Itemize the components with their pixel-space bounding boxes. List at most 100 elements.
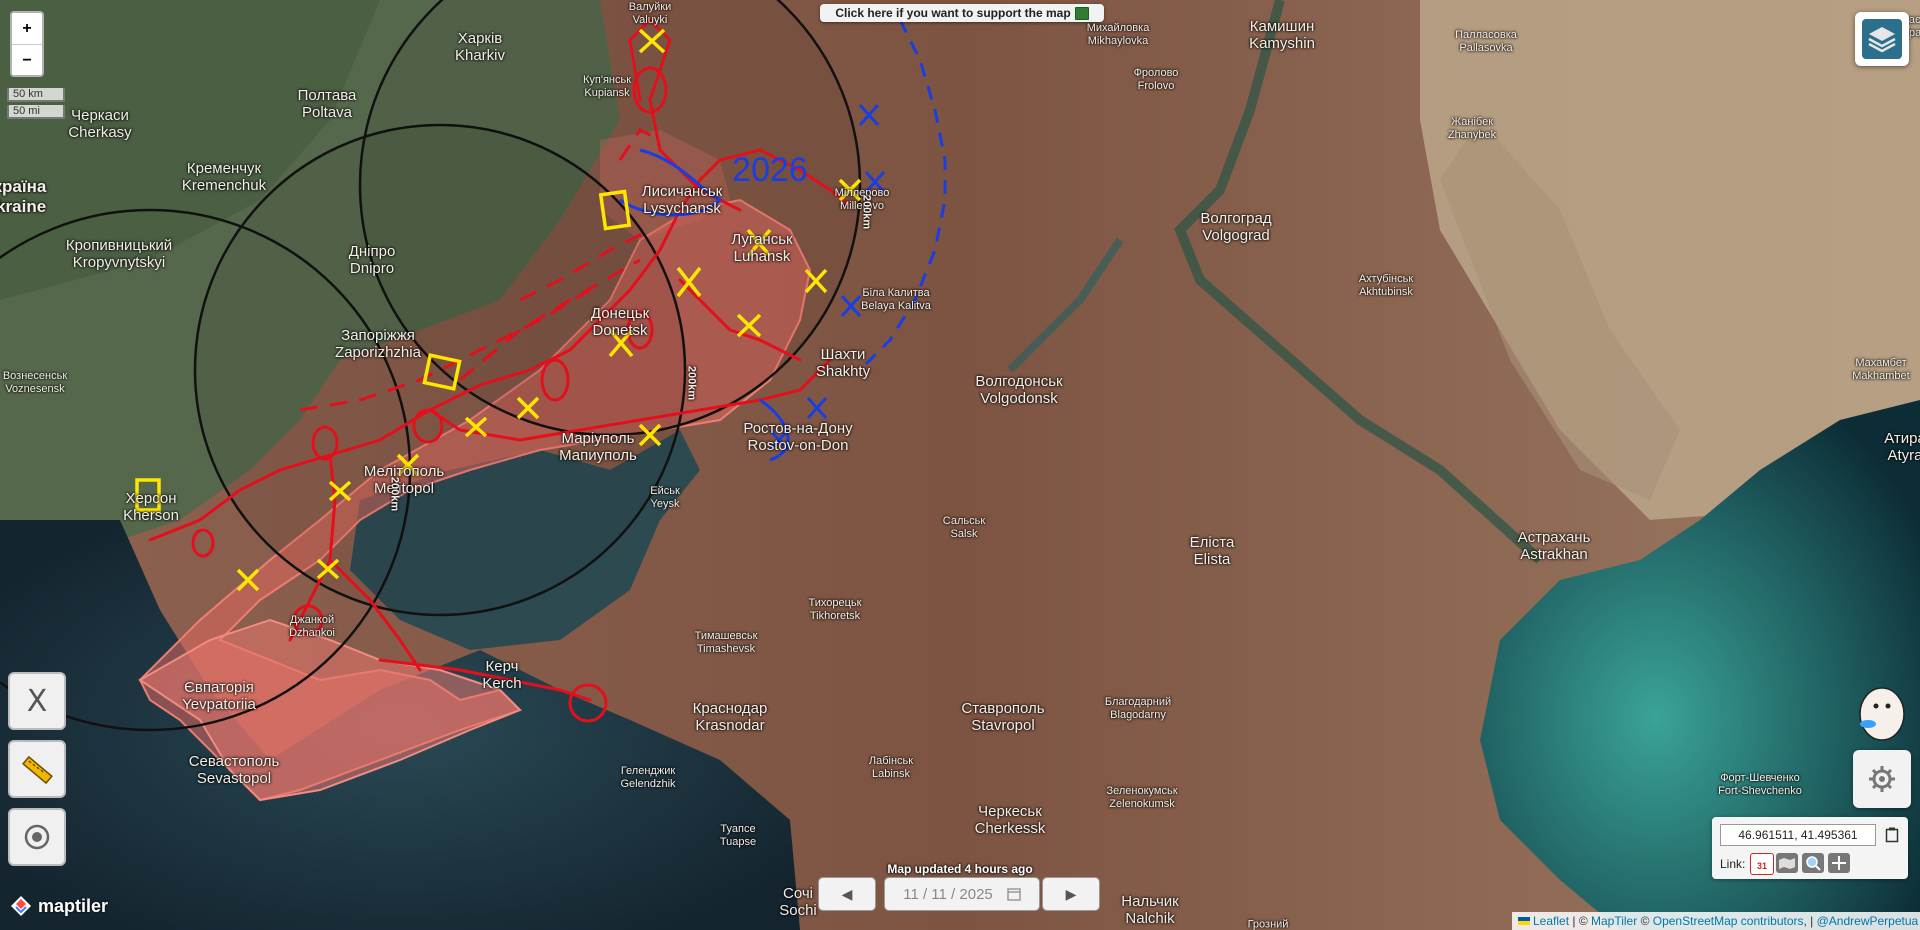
city-name-latin: Pallasovka xyxy=(1459,42,1513,54)
close-drawing-button[interactable]: X xyxy=(8,672,66,730)
city-name-latin: Frolovo xyxy=(1137,80,1175,92)
city-name-latin: Мапиуполь xyxy=(559,447,637,464)
prev-date-button[interactable]: ◀ xyxy=(818,877,876,911)
city-name-local: Камишин xyxy=(1249,18,1315,35)
city-name-local: Україна xyxy=(0,177,47,196)
city-label-astrakhan: Астрахань Astrakhan xyxy=(1518,529,1591,563)
maptiler-logo[interactable]: maptiler xyxy=(10,895,108,917)
city-name-local: Керч xyxy=(485,658,519,675)
city-name-latin: Atyra xyxy=(1887,447,1920,464)
city-label-blagodarny: Благодарний Blagodarny xyxy=(1105,696,1171,722)
city-label-kerch: Керч Kerch xyxy=(482,658,521,692)
city-label-timashevsk: Тимашевськ Timashevsk xyxy=(695,630,758,656)
crosshair-icon xyxy=(1832,856,1846,870)
next-date-button[interactable]: ▶ xyxy=(1042,877,1100,911)
link-map-button[interactable] xyxy=(1776,853,1798,873)
city-name-local: Палласовка xyxy=(1455,29,1517,41)
city-name-local: Жанібек xyxy=(1450,116,1494,128)
city-label-kropyvnytskyi: Кропивницький Kropyvnytskyi xyxy=(66,237,172,271)
map-base-layer xyxy=(0,0,1920,930)
city-name-local: Волгоград xyxy=(1200,210,1272,227)
city-label-salsk: Сальськ Salsk xyxy=(943,515,985,541)
arrow-right-icon: ▶ xyxy=(1065,885,1077,902)
city-name-local: Черкаси xyxy=(71,107,129,124)
city-label-poltava: Полтава Poltava xyxy=(298,87,357,121)
scale-mi: 50 mi xyxy=(7,105,65,119)
city-name-local: Вознесенськ xyxy=(2,370,68,382)
city-label-pallasovka: Палласовка Pallasovka xyxy=(1455,29,1517,55)
book-icon xyxy=(1074,6,1089,20)
city-label-elista: Еліста Elista xyxy=(1190,534,1235,568)
city-name-latin: Fort-Shevchenko xyxy=(1718,785,1802,797)
city-label-voznesensk: Вознесенськ Voznesensk xyxy=(3,370,67,396)
ruler-button[interactable] xyxy=(8,740,66,798)
city-name-local: Еліста xyxy=(1189,534,1235,551)
city-name-local: Геленджик xyxy=(620,765,676,777)
map-canvas[interactable]: Валуйки Valuyki Харків Kharkiv Куп'янськ Kupi… xyxy=(0,0,1920,930)
city-label-mikhaylovka: Михайловка Mikhaylovka xyxy=(1087,22,1150,48)
city-name-latin: Sevastopol xyxy=(196,770,272,787)
city-label-belaya: Біла Калитва Belaya Kalitva xyxy=(861,287,931,313)
author-link[interactable]: @AndrewPerpetua xyxy=(1817,914,1919,928)
city-name-latin: Yeysk xyxy=(650,498,680,510)
support-banner[interactable]: Click here if you want to support the ma… xyxy=(820,4,1104,22)
zoom-control: + − xyxy=(10,11,44,77)
gear-icon xyxy=(1869,766,1895,792)
city-label-tikhoretsk: Тихорецьк Tikhoretsk xyxy=(809,597,862,623)
locate-button[interactable] xyxy=(8,808,66,866)
city-name-latin: Lysychansk xyxy=(643,200,721,217)
city-name-local: Севастополь xyxy=(188,753,280,770)
city-name-local: Грозний xyxy=(1247,918,1289,930)
city-name-local: Євпаторія xyxy=(184,679,254,696)
banner-text: Click here if you want to support the ma… xyxy=(835,6,1071,20)
city-name-local: Сальськ xyxy=(942,515,986,527)
link-calendar-button[interactable]: 31 xyxy=(1750,853,1774,875)
city-name-latin: Blagodarny xyxy=(1110,709,1166,721)
city-label-krasnodar: Краснодар Krasnodar xyxy=(693,700,768,734)
mascot-icon xyxy=(1859,687,1905,741)
link-search-button[interactable] xyxy=(1802,853,1824,873)
copy-coordinates-button[interactable] xyxy=(1882,825,1902,845)
city-label-dnipro: Дніпро Dnipro xyxy=(349,243,396,277)
osm-link[interactable]: OpenStreetMap contributors xyxy=(1653,914,1804,928)
city-name-local: Фролово xyxy=(1133,67,1179,79)
leaflet-link[interactable]: Leaflet xyxy=(1533,914,1569,928)
city-name-latin: Dzhankoi xyxy=(289,627,335,639)
search-icon xyxy=(1806,856,1821,871)
city-label-ukraine: УкраїнаUkraine xyxy=(0,177,46,217)
city-name-local: Маріуполь xyxy=(561,430,635,447)
city-name-local: Нальчик xyxy=(1121,893,1179,910)
city-name-latin: Voznesensk xyxy=(5,383,65,395)
maptiler-link[interactable]: MapTiler xyxy=(1591,914,1637,928)
city-label-mariupol: Маріуполь Мапиуполь xyxy=(559,430,637,464)
city-name-latin: Zelenokumsk xyxy=(1109,798,1175,810)
maptiler-text: maptiler xyxy=(38,895,109,916)
coordinates-input[interactable]: 46.961511, 41.495361 xyxy=(1720,824,1876,846)
calendar-icon: 31 xyxy=(1756,861,1767,871)
city-name-local: Джанкой xyxy=(289,614,335,626)
city-name-local: Атира xyxy=(1884,430,1920,447)
city-label-makhambet: Махамбет Makhambet xyxy=(1852,357,1909,383)
city-name-local: Куп'янськ xyxy=(582,74,632,86)
layers-button[interactable] xyxy=(1855,12,1909,66)
city-name-latin: Volgograd xyxy=(1202,227,1270,244)
mascot-image[interactable] xyxy=(1848,680,1912,744)
city-name-latin: Cherkessk xyxy=(974,820,1046,837)
clipboard-icon xyxy=(1885,827,1899,843)
city-name-local: Сочі xyxy=(783,885,813,902)
city-name-latin: Tikhoretsk xyxy=(809,610,861,622)
date-input[interactable]: 11 / 11 / 2025 xyxy=(884,877,1040,911)
city-name-latin: Krasnodar xyxy=(695,717,765,734)
settings-button[interactable] xyxy=(1853,750,1911,808)
city-name-local: Ростов-на-Дону xyxy=(743,420,853,437)
city-name-latin: Salsk xyxy=(950,528,978,540)
zoom-in-button[interactable]: + xyxy=(12,13,42,45)
target-icon xyxy=(24,824,50,850)
link-crosshair-button[interactable] xyxy=(1828,853,1850,873)
zoom-out-button[interactable]: − xyxy=(12,45,42,76)
city-name-local: Махамбет xyxy=(1855,357,1907,369)
city-name-local: Полтава xyxy=(297,87,357,104)
city-name-latin: Luhansk xyxy=(733,248,791,265)
city-name-local: Кропивницький xyxy=(65,237,173,254)
city-name-local: Лисичанськ xyxy=(641,183,723,200)
